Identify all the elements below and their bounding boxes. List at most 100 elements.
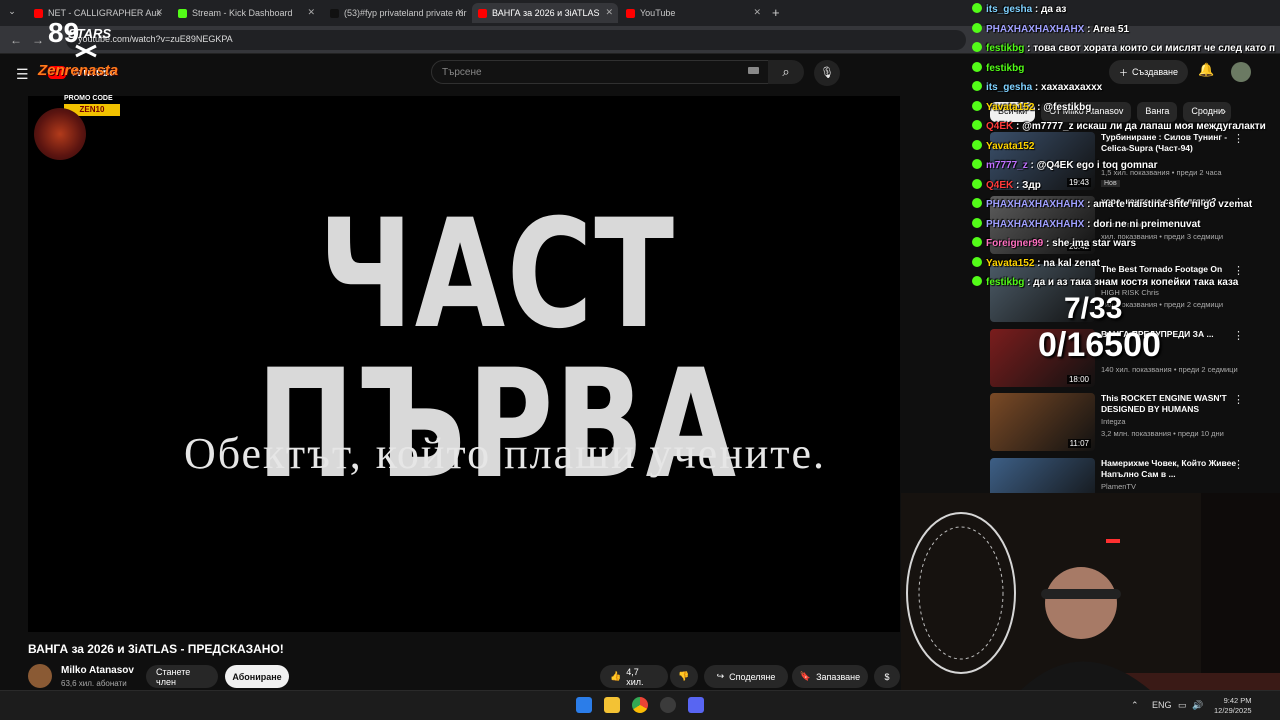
- chat-username[interactable]: Foreigner99: [986, 238, 1043, 249]
- thanks-button[interactable]: $: [874, 665, 900, 688]
- chat-username[interactable]: its_gesha: [986, 4, 1032, 15]
- youtube-header: ☰ YouTube Търсене ⌕ 🎙: [0, 54, 980, 94]
- url-field[interactable]: youtube.com/watch?v=zuE89NEGKPA: [66, 30, 966, 50]
- system-clock[interactable]: 9:42 PM 12/29/2025: [1214, 696, 1252, 716]
- subscribe-button[interactable]: Абониране: [225, 665, 289, 688]
- chrome-icon[interactable]: [632, 697, 648, 713]
- chat-message: festikbg: [972, 61, 1024, 74]
- chat-message: Yavata152 : @festikbg: [972, 100, 1091, 113]
- chat-separator: :: [1027, 160, 1037, 171]
- subscriber-count: 63,6 хил. абонати: [61, 679, 127, 688]
- chevron-up-icon[interactable]: ⌃: [1131, 700, 1139, 711]
- chat-username[interactable]: festikbg: [986, 277, 1024, 288]
- menu-icon[interactable]: ☰: [16, 66, 29, 83]
- stream-chat-overlay: its_gesha : да аз PHAXHAXHAXHAHX : Area 5…: [972, 0, 1280, 290]
- chat-username[interactable]: PHAXHAXHAXHAHX: [986, 219, 1084, 230]
- chat-message: PHAXHAXHAXHAHX : dori ne ni preimenuvat: [972, 217, 1201, 230]
- tab-title: (53)#fyp privateland private rur: [344, 8, 467, 18]
- browser-tab-3[interactable]: (53)#fyp privateland private rur ✕: [324, 3, 469, 23]
- recommendation-meta: 140 хил. показвания • преди 2 седмици: [1101, 365, 1238, 374]
- youtube-favicon-icon: [34, 8, 43, 18]
- video-duration: 18:00: [1066, 375, 1091, 384]
- channel-avatar[interactable]: [28, 664, 52, 688]
- chat-message: its_gesha : хахахахаххх: [972, 81, 1102, 93]
- tab-title: ВАНГА за 2026 и 3iATLAS: [492, 8, 600, 18]
- subscribe-label: Абониране: [232, 671, 282, 682]
- video-frame-subtitle: Обектът, който плаши учените.: [183, 429, 827, 478]
- channel-name[interactable]: Milko Atanasov: [61, 665, 134, 676]
- chat-badge-icon: [972, 276, 982, 286]
- forward-icon[interactable]: →: [32, 33, 44, 47]
- voice-search-button[interactable]: 🎙: [814, 60, 840, 86]
- chat-message: festikbg : да и аз така знам костя копей…: [972, 276, 1238, 288]
- new-tab-icon[interactable]: +: [772, 5, 780, 20]
- chat-message: festikbg : това свот хората които си мис…: [972, 42, 1275, 54]
- like-button[interactable]: 👍 4,7 хил.: [600, 665, 668, 688]
- chat-separator: :: [1084, 218, 1094, 230]
- chat-badge-icon: [972, 139, 982, 150]
- recommendation-channel[interactable]: Integza: [1101, 417, 1126, 426]
- dislike-button[interactable]: 👎: [670, 665, 698, 688]
- chat-separator: :: [1043, 238, 1053, 249]
- chat-username[interactable]: Yavata152: [986, 102, 1034, 113]
- chat-username[interactable]: Yavata152: [986, 258, 1034, 269]
- goal-counter: 0/16500: [1038, 326, 1161, 364]
- chat-username[interactable]: festikbg: [986, 43, 1024, 54]
- browser-tab-4[interactable]: ВАНГА за 2026 и 3iATLAS ✕: [472, 3, 618, 23]
- chat-badge-icon: [972, 178, 982, 189]
- obs-icon[interactable]: [660, 697, 676, 713]
- chat-text: това свот хората които си мислят че след…: [1033, 43, 1276, 54]
- chat-message: Yavata152: [972, 139, 1034, 152]
- close-tab-icon[interactable]: ✕: [307, 7, 315, 18]
- recommendation-channel[interactable]: PlamenTV: [1101, 482, 1136, 491]
- more-options-icon[interactable]: ⋮: [1233, 329, 1244, 342]
- chat-username[interactable]: Q4EK: [986, 121, 1013, 132]
- browser-tab-5[interactable]: YouTube ✕: [620, 3, 766, 23]
- join-button[interactable]: Станете член: [146, 665, 218, 688]
- chat-text: dori ne ni preimenuvat: [1093, 218, 1201, 230]
- share-icon: ↪: [716, 671, 725, 681]
- video-player[interactable]: ЧАСТ ПЪРВА Обектът, който плаши учените.: [28, 96, 900, 632]
- more-options-icon[interactable]: ⋮: [1233, 458, 1244, 471]
- chat-badge-icon: [972, 81, 982, 91]
- file-explorer-icon[interactable]: [604, 697, 620, 713]
- keyboard-icon[interactable]: [748, 67, 759, 74]
- chat-username[interactable]: PHAXHAXHAXHAHX: [986, 24, 1084, 35]
- recommendation-title[interactable]: This ROCKET ENGINE WASN'T DESIGNED BY HU…: [1101, 393, 1249, 415]
- save-button[interactable]: 🔖 Запазване: [792, 665, 868, 688]
- chat-separator: :: [1013, 179, 1023, 191]
- chat-username[interactable]: festikbg: [986, 63, 1024, 74]
- recommendation-item[interactable]: 11:07 This ROCKET ENGINE WASN'T DESIGNED …: [990, 393, 1275, 451]
- close-tab-icon[interactable]: ✕: [155, 7, 163, 18]
- chat-text: she ima star wars: [1052, 238, 1137, 249]
- thanks-icon: $: [884, 671, 890, 682]
- chat-username[interactable]: m7777_z: [986, 160, 1028, 171]
- chat-username[interactable]: Q4EK: [986, 180, 1013, 191]
- search-input[interactable]: Търсене: [431, 60, 771, 84]
- close-tab-icon[interactable]: ✕: [753, 7, 761, 18]
- more-options-icon[interactable]: ⋮: [1233, 393, 1244, 406]
- video-title: ВАНГА за 2026 и 3iATLAS - ПРЕДСКАЗАНО!: [28, 642, 284, 656]
- windows-start-icon[interactable]: [576, 697, 592, 713]
- volume-icon[interactable]: 🔊: [1192, 700, 1203, 711]
- browser-tab-2[interactable]: Stream - Kick Dashboard ✕: [172, 3, 320, 23]
- clock-date: 12/29/2025: [1214, 706, 1252, 715]
- chat-badge-icon: [972, 120, 982, 130]
- discord-icon[interactable]: [688, 697, 704, 713]
- chat-username[interactable]: its_gesha: [986, 82, 1032, 93]
- close-tab-icon[interactable]: ✕: [605, 7, 613, 18]
- video-thumbnail[interactable]: 11:07: [990, 393, 1095, 451]
- network-icon[interactable]: ▭: [1178, 700, 1187, 711]
- chat-text: хахахахаххх: [1041, 82, 1103, 93]
- chat-text: @Q4EK ego i toq gomnar: [1036, 160, 1158, 171]
- chat-text: ama te naistina shte ni go vzemat: [1093, 199, 1253, 210]
- language-indicator[interactable]: ENG: [1152, 700, 1172, 710]
- recommendation-title[interactable]: Намерихме Човек, Който Живее Напълно Сам…: [1101, 458, 1249, 480]
- share-button[interactable]: ↪ Споделяне: [704, 665, 788, 688]
- search-button[interactable]: ⌕: [768, 60, 804, 84]
- close-tab-icon[interactable]: ✕: [456, 7, 464, 18]
- chat-username[interactable]: PHAXHAXHAXHAHX: [986, 199, 1084, 210]
- chat-username[interactable]: Yavata152: [986, 141, 1034, 152]
- tab-search-icon[interactable]: ⌄: [4, 6, 20, 20]
- back-icon[interactable]: ←: [10, 33, 22, 47]
